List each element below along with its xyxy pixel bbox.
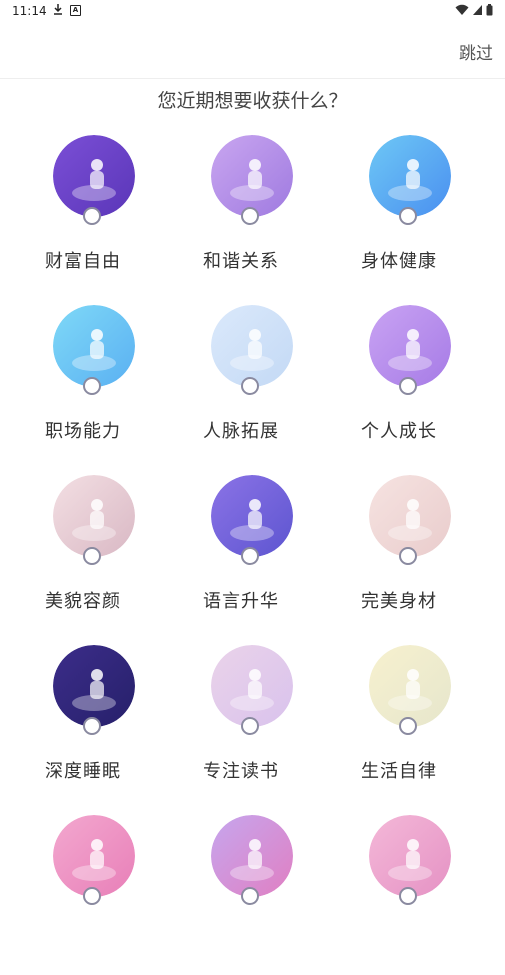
goal-radio[interactable]: [83, 887, 101, 905]
health-illustration-icon[interactable]: [369, 135, 451, 217]
goal-radio[interactable]: [241, 377, 259, 395]
signal-icon: [473, 5, 482, 15]
goal-label: 语言升华: [203, 591, 279, 612]
goal-label: 专注读书: [203, 761, 279, 782]
reading-illustration-icon[interactable]: [211, 645, 293, 727]
language-illustration-icon[interactable]: [211, 475, 293, 557]
battery-icon: [486, 4, 493, 16]
discipline-illustration-icon[interactable]: [369, 645, 451, 727]
network-illustration-icon[interactable]: [211, 305, 293, 387]
relationship-illustration-icon[interactable]: [211, 135, 293, 217]
goal-radio[interactable]: [83, 547, 101, 565]
fitness-illustration-icon[interactable]: [369, 475, 451, 557]
goal-option[interactable]: 完美身材: [361, 475, 505, 635]
goal-option[interactable]: 财富自由: [45, 135, 195, 295]
sleep-illustration-icon[interactable]: [53, 645, 135, 727]
goal-label: 财富自由: [45, 251, 121, 272]
goal-radio[interactable]: [241, 717, 259, 735]
goal-radio[interactable]: [83, 377, 101, 395]
download-icon: [54, 4, 62, 15]
fun-illustration-icon[interactable]: [53, 815, 135, 897]
goal-option[interactable]: 职场能力: [45, 305, 195, 465]
beauty-illustration-icon[interactable]: [53, 475, 135, 557]
romance-illustration-icon[interactable]: [211, 815, 293, 897]
status-time: 11:14: [12, 4, 47, 18]
goal-option[interactable]: [203, 815, 353, 975]
goal-option[interactable]: 深度睡眠: [45, 645, 195, 805]
goal-option[interactable]: 人脉拓展: [203, 305, 353, 465]
status-bar: 11:14 A: [0, 0, 505, 22]
goal-label: 深度睡眠: [45, 761, 121, 782]
goal-radio[interactable]: [399, 887, 417, 905]
goal-radio[interactable]: [399, 717, 417, 735]
goal-option[interactable]: 个人成长: [361, 305, 505, 465]
career-illustration-icon[interactable]: [53, 305, 135, 387]
goal-label: 身体健康: [361, 251, 437, 272]
wealth-illustration-icon[interactable]: [53, 135, 135, 217]
goal-radio[interactable]: [399, 377, 417, 395]
goal-label: 人脉拓展: [203, 421, 279, 442]
goal-radio[interactable]: [83, 207, 101, 225]
goal-option[interactable]: 和谐关系: [203, 135, 353, 295]
goal-label: 生活自律: [361, 761, 437, 782]
goal-option[interactable]: 美貌容颜: [45, 475, 195, 635]
goal-label: 美貌容颜: [45, 591, 121, 612]
goal-option[interactable]: 专注读书: [203, 645, 353, 805]
goal-option[interactable]: 语言升华: [203, 475, 353, 635]
notification-a-icon: A: [70, 5, 81, 16]
goal-radio[interactable]: [399, 547, 417, 565]
goal-label: 职场能力: [45, 421, 121, 442]
page-title: 您近期想要收获什么？: [157, 90, 348, 112]
goal-option[interactable]: 身体健康: [361, 135, 505, 295]
goal-radio[interactable]: [241, 207, 259, 225]
wifi-icon: [455, 4, 469, 15]
goal-label: 和谐关系: [203, 251, 279, 272]
goal-option[interactable]: [45, 815, 195, 975]
goal-radio[interactable]: [241, 547, 259, 565]
goal-label: 完美身材: [361, 591, 437, 612]
goal-label: 个人成长: [361, 421, 437, 442]
wedding-illustration-icon[interactable]: [369, 815, 451, 897]
skip-button[interactable]: 跳过: [459, 39, 493, 64]
growth-illustration-icon[interactable]: [369, 305, 451, 387]
goal-radio[interactable]: [399, 207, 417, 225]
goal-option[interactable]: 生活自律: [361, 645, 505, 805]
top-bar: 跳过: [0, 22, 505, 79]
goal-radio[interactable]: [241, 887, 259, 905]
goal-radio[interactable]: [83, 717, 101, 735]
goal-option[interactable]: [361, 815, 505, 975]
